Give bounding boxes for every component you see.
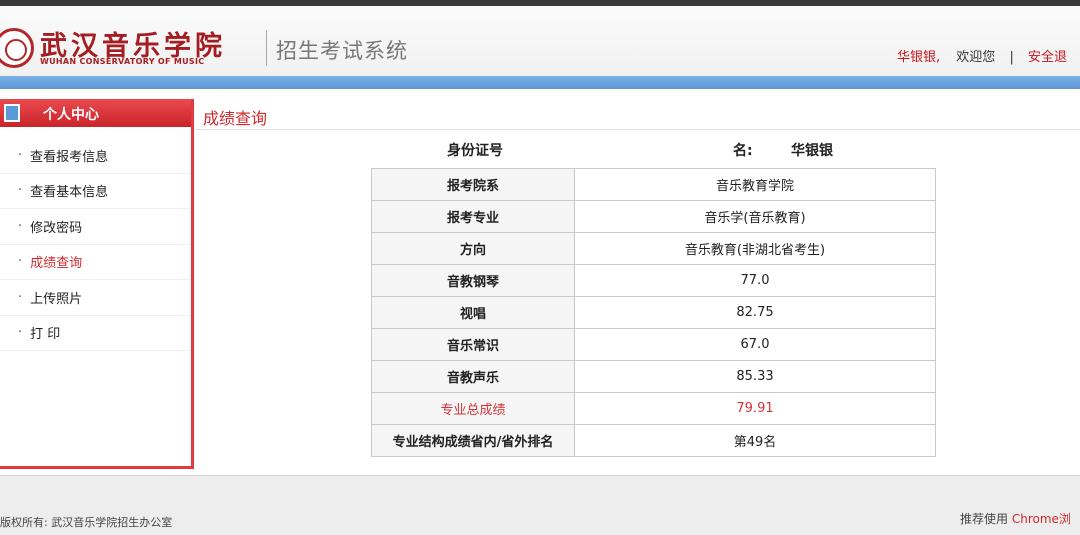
header: 武汉音乐学院 WUHAN CONSERVATORY OF MUSIC 招生考试系… (0, 6, 1080, 76)
sidebar-item-change-password[interactable]: · 修改密码 (0, 209, 191, 245)
row-value: 85.33 (574, 360, 936, 393)
table-row: 音教声乐 85.33 (371, 360, 936, 393)
table-row: 报考专业 音乐学(音乐教育) (371, 200, 936, 233)
row-value: 77.0 (574, 264, 936, 297)
bullet: · (18, 325, 23, 341)
table-row: 专业结构成绩省内/省外排名 第49名 (371, 424, 936, 457)
title-divider (195, 129, 1080, 130)
row-key: 报考专业 (371, 200, 575, 233)
content-area: 个人中心 · 查看报考信息 · 查看基本信息 · 修改密码 · 成绩查询 · 上… (0, 89, 1080, 475)
row-key: 方向 (371, 232, 575, 265)
user-name: 华银银, (897, 50, 941, 65)
table-row-total-score: 专业总成绩 79.91 (371, 392, 936, 425)
row-value: 82.75 (574, 296, 936, 329)
recommend-text: 推荐使用 (960, 512, 1009, 526)
bullet: · (18, 147, 23, 163)
sidebar-item-label: 查看基本信息 (30, 185, 109, 201)
welcome-text: 欢迎您 (956, 50, 996, 65)
footer-divider (0, 475, 1080, 476)
book-icon (4, 104, 20, 122)
logout-link[interactable]: 安全退 (1028, 50, 1067, 65)
row-value: 音乐教育(非湖北省考生) (574, 232, 936, 265)
row-key: 专业总成绩 (371, 392, 575, 425)
sidebar-menu: · 查看报考信息 · 查看基本信息 · 修改密码 · 成绩查询 · 上传照片 ·… (0, 138, 191, 351)
table-row: 视唱 82.75 (371, 296, 936, 329)
row-key: 专业结构成绩省内/省外排名 (371, 424, 575, 457)
sidebar-item-label: 修改密码 (30, 220, 83, 236)
user-area: 华银银, 欢迎您 | 安全退 (897, 46, 1067, 65)
nav-blue-bar (0, 76, 1080, 89)
name-label: 名: (733, 143, 753, 159)
row-value: 音乐教育学院 (574, 168, 936, 201)
row-key: 报考院系 (371, 168, 575, 201)
row-key: 视唱 (371, 296, 575, 329)
header-separator: | (1009, 50, 1014, 65)
browser-name: Chrome浏 (1011, 512, 1071, 526)
sidebar-item-print[interactable]: · 打 印 (0, 316, 191, 351)
bullet: · (18, 183, 23, 199)
row-value: 79.91 (574, 392, 936, 425)
logo-divider (266, 30, 267, 66)
sidebar-item-label: 上传照片 (30, 291, 83, 307)
bullet: · (18, 289, 23, 305)
row-value: 第49名 (574, 424, 936, 457)
sidebar-header: 个人中心 (0, 99, 191, 127)
page-title: 成绩查询 (203, 109, 268, 128)
sidebar-item-label: 查看报考信息 (30, 149, 109, 165)
table-row: 音乐常识 67.0 (371, 328, 936, 361)
sidebar-item-view-basic-info[interactable]: · 查看基本信息 (0, 174, 191, 209)
row-key: 音教钢琴 (371, 264, 575, 297)
footer-copyright: 版权所有: 武汉音乐学院招生办公室 (0, 516, 173, 529)
sidebar-item-view-application[interactable]: · 查看报考信息 (0, 138, 191, 174)
sidebar-item-score-query[interactable]: · 成绩查询 (0, 245, 191, 280)
table-row: 音教钢琴 77.0 (371, 264, 936, 297)
row-value: 音乐学(音乐教育) (574, 200, 936, 233)
sidebar-item-label: 打 印 (30, 327, 61, 343)
sidebar-title: 个人中心 (43, 107, 99, 123)
name-value: 华银银 (791, 143, 833, 159)
school-emblem-icon (0, 28, 34, 68)
row-key: 音教声乐 (371, 360, 575, 393)
footer-browser-hint: 推荐使用 Chrome浏 (960, 510, 1071, 527)
bullet: · (18, 254, 23, 270)
bullet: · (18, 218, 23, 234)
sidebar: 个人中心 · 查看报考信息 · 查看基本信息 · 修改密码 · 成绩查询 · 上… (0, 99, 194, 469)
sidebar-item-label: 成绩查询 (30, 256, 83, 272)
sidebar-item-upload-photo[interactable]: · 上传照片 (0, 280, 191, 316)
system-title: 招生考试系统 (276, 39, 408, 63)
row-key: 音乐常识 (371, 328, 575, 361)
logo-english-name: WUHAN CONSERVATORY OF MUSIC (40, 57, 205, 66)
id-number-label: 身份证号 (447, 143, 503, 159)
table-row: 报考院系 音乐教育学院 (371, 168, 936, 201)
row-value: 67.0 (574, 328, 936, 361)
table-row: 方向 音乐教育(非湖北省考生) (371, 232, 936, 265)
score-table: 报考院系 音乐教育学院 报考专业 音乐学(音乐教育) 方向 音乐教育(非湖北省考… (371, 168, 936, 457)
